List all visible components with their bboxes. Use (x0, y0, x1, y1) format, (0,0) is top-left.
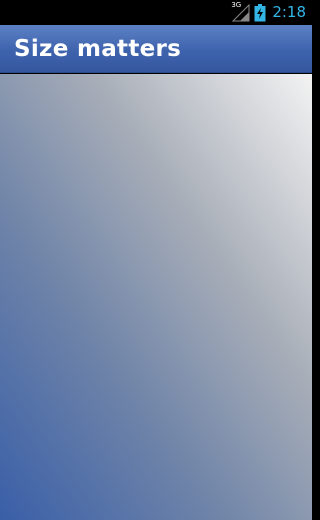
phone-screen: 3G 2:18 Size matters (0, 0, 312, 520)
clock: 2:18 (272, 3, 306, 21)
app-title: Size matters (14, 35, 182, 62)
status-bar: 3G 2:18 (0, 0, 312, 25)
signal-icon: 3G (231, 0, 250, 22)
network-type-label: 3G (231, 0, 242, 9)
gradient-content-area (0, 74, 312, 520)
action-bar: Size matters (0, 25, 312, 73)
battery-charging-icon (254, 3, 266, 22)
